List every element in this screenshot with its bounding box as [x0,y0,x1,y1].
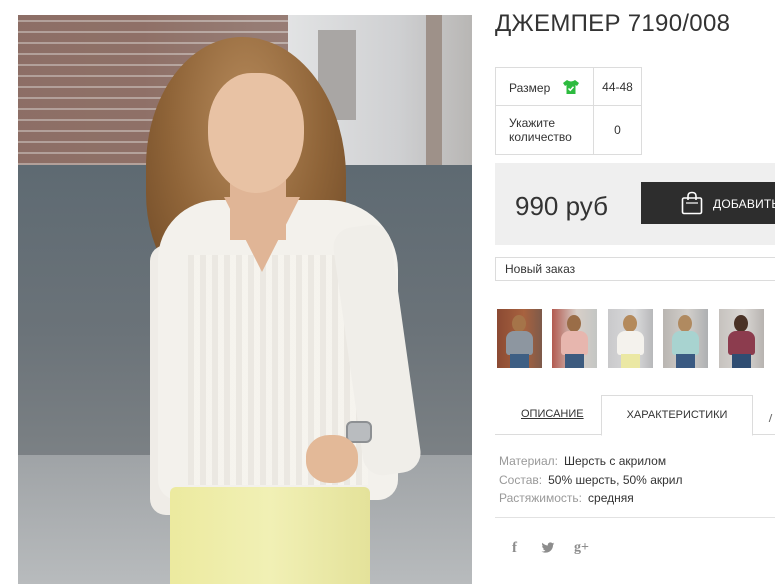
thumbnail-4[interactable] [663,309,708,368]
thumbnail-head [678,315,692,332]
spec-value: средняя [588,491,634,505]
shopping-bag-icon [681,191,703,215]
thumbnail-top [617,331,644,355]
thumbnail-top [561,331,588,355]
thumbnail-head [512,315,526,332]
add-to-cart-button[interactable]: ДОБАВИТЬ [641,182,775,224]
thumbnail-legs [676,354,695,368]
spec-label: Состав: [499,472,543,487]
size-value[interactable]: 44-48 [593,67,642,106]
photo-sweater-neckline [224,197,300,272]
photo-model-face [208,73,304,193]
order-select[interactable]: Новый заказ [495,257,775,281]
size-label: Размер [509,80,551,95]
quantity-label: Укажите количество [495,105,594,155]
product-main-photo[interactable] [18,15,472,584]
tab-characteristics[interactable]: ХАРАКТЕРИСТИКИ [601,395,753,436]
product-price: 990 руб [515,191,608,221]
quantity-row: Укажите количество 0 [495,105,642,155]
spec-label: Растяжимость: [499,491,583,505]
thumbnail-3[interactable] [608,309,653,368]
thumbnail-top [672,331,699,355]
product-options-table: Размер 44-48 Укажите количество 0 [495,67,642,155]
thumbnail-5[interactable] [719,309,764,368]
thumbnail-legs [510,354,529,368]
tshirt-icon[interactable] [562,79,580,95]
spec-row-material: Материал: Шерсть с акрилом [499,452,683,471]
spec-row-composition: Состав: 50% шерсть, 50% акрил [499,471,683,490]
facebook-icon[interactable]: f [512,540,517,557]
googleplus-icon[interactable]: g+ [574,540,589,556]
thumbnail-top [728,331,755,355]
price-panel: 990 руб ДОБАВИТЬ [495,163,775,245]
product-title: ДЖЕМПЕР 7190/008 [495,10,731,37]
thumbnail-head [734,315,748,332]
spec-row-stretch: Растяжимость: средняя [499,489,683,508]
spec-value: 50% шерсть, 50% акрил [548,472,683,487]
spec-value: Шерсть с акрилом [563,454,667,468]
thumbnail-legs [732,354,751,368]
quantity-input[interactable]: 0 [593,105,642,155]
thumbnail-head [567,315,581,332]
size-row: Размер 44-48 [495,67,642,106]
social-divider [495,517,775,518]
thumbnail-head [623,315,637,332]
tab-overflow-indicator[interactable] [768,414,775,422]
twitter-icon[interactable] [541,542,555,554]
spec-label: Материал: [499,454,558,468]
thumbnail-top [506,331,533,355]
thumbnail-legs [621,354,640,368]
thumbnail-legs [565,354,584,368]
specs-list: Материал: Шерсть с акрилом Состав: 50% шер… [499,452,683,508]
tab-description[interactable]: ОПИСАНИЕ [521,408,584,420]
add-to-cart-label: ДОБАВИТЬ [713,197,775,211]
photo-model-pants [170,487,370,584]
thumbnail-2[interactable] [552,309,597,368]
size-label-cell: Размер [495,67,594,106]
photo-model-hand [306,435,358,483]
thumbnail-1[interactable] [497,309,542,368]
